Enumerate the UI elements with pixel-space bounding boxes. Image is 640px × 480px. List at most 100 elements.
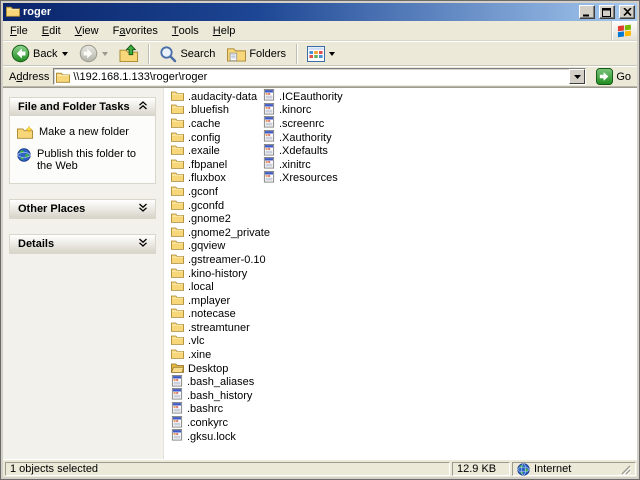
file-item[interactable]: Desktop xyxy=(170,362,263,376)
file-name: Desktop xyxy=(188,362,229,375)
menu-favorites[interactable]: Fa vorites xyxy=(106,21,165,40)
file-item[interactable]: .bash_aliases xyxy=(171,374,263,389)
task-label: Make a new folder xyxy=(39,126,129,138)
file-name: .cache xyxy=(188,117,221,130)
file-name: .gstreamer-0.10 xyxy=(188,253,266,266)
file-item[interactable]: .exaile xyxy=(171,144,263,158)
file-item[interactable]: .vlc xyxy=(171,335,263,349)
file-item[interactable]: .local xyxy=(171,280,263,294)
menu-file[interactable]: File xyxy=(3,21,35,40)
panel-header[interactable]: Details xyxy=(10,235,155,253)
file-name: .bashrc xyxy=(187,403,224,416)
file-item[interactable]: .gnome2 xyxy=(171,212,263,226)
panel-header[interactable]: File and Folder Tasks xyxy=(10,98,155,116)
file-name: .gconf xyxy=(188,185,218,198)
menu-help[interactable]: Help xyxy=(206,21,243,40)
address-label: Address xyxy=(9,70,50,83)
file-item[interactable]: .xinitrc xyxy=(263,157,343,172)
file-item[interactable]: .notecase xyxy=(171,308,263,322)
windows-logo-icon xyxy=(611,21,637,40)
task-make-a-new-folder[interactable]: Make a new folder xyxy=(16,123,151,145)
task-pane: File and Folder Tasks Make a new folder Pu… xyxy=(3,88,164,459)
toolbar-separator xyxy=(296,43,299,64)
menu-view[interactable]: View xyxy=(68,21,106,40)
address-bar: Address \\192.168.1.133\roger\roger Go xyxy=(3,66,637,87)
file-name: .mplayer xyxy=(188,294,231,307)
file-item[interactable]: .gconfd xyxy=(171,199,263,213)
toolbar: Back Search Folders xyxy=(3,41,637,66)
file-name: .config xyxy=(188,131,221,144)
menu-edit[interactable]: Edit xyxy=(35,21,68,40)
title-bar[interactable]: roger xyxy=(3,3,637,21)
up-button[interactable] xyxy=(114,43,144,65)
go-button[interactable]: Go xyxy=(590,68,635,85)
file-item[interactable]: .kino-history xyxy=(171,267,263,281)
file-item[interactable]: .gqview xyxy=(171,240,263,254)
address-combo[interactable]: \\192.168.1.133\roger\roger xyxy=(53,68,587,85)
folder-icon xyxy=(171,90,184,104)
status-selection: 1 objects selected xyxy=(5,462,450,476)
file-column-1: .audacity-data .bluefish .cache .config .exa… xyxy=(170,90,270,459)
file-item[interactable]: .xine xyxy=(171,348,263,362)
zone-text: Internet xyxy=(534,463,572,475)
address-dropdown-button[interactable] xyxy=(569,69,586,84)
maximize-button[interactable] xyxy=(599,5,615,19)
file-name: .local xyxy=(188,281,214,294)
file-item[interactable]: .Xdefaults xyxy=(263,143,343,158)
file-item[interactable]: .screenrc xyxy=(263,116,343,131)
file-list[interactable]: .audacity-data .bluefish .cache .config .exa… xyxy=(164,88,637,459)
config-file-icon xyxy=(171,429,183,444)
file-item[interactable]: .kinorc xyxy=(263,102,343,118)
panel-body: Make a new folder Publish this folder to … xyxy=(10,116,155,183)
file-item[interactable]: .fbpanel xyxy=(171,158,263,172)
search-button[interactable]: Search xyxy=(154,43,221,65)
file-item[interactable]: .conkyrc xyxy=(171,415,263,430)
file-item[interactable]: .gnome2_private xyxy=(171,226,270,240)
back-button[interactable]: Back xyxy=(6,43,73,65)
file-name: .Xauthority xyxy=(279,131,332,144)
folder-icon xyxy=(56,72,71,83)
folders-button[interactable]: Folders xyxy=(222,43,292,65)
chevron-double-down-icon[interactable] xyxy=(138,238,148,250)
folder-icon xyxy=(171,307,184,321)
task-publish-this-folder-to-the-web[interactable]: Publish this folder to the Web xyxy=(16,145,151,175)
file-item[interactable]: .audacity-data xyxy=(171,90,263,104)
chevron-double-up-icon[interactable] xyxy=(138,100,148,113)
status-zone: Internet xyxy=(512,462,636,476)
globe-icon xyxy=(517,462,530,476)
file-item[interactable]: .Xauthority xyxy=(263,130,343,145)
file-item[interactable]: .bashrc xyxy=(171,401,263,417)
resize-grip[interactable] xyxy=(619,463,631,475)
file-item[interactable]: .gstreamer-0.10 xyxy=(171,253,266,267)
views-button[interactable] xyxy=(302,43,340,65)
back-dropdown-icon[interactable] xyxy=(62,51,69,56)
file-name: .notecase xyxy=(188,308,236,321)
file-item[interactable]: .bluefish xyxy=(171,104,263,118)
folder-icon xyxy=(171,348,184,362)
file-item[interactable]: .bash_history xyxy=(171,388,263,403)
minimize-button[interactable] xyxy=(579,5,595,19)
file-item[interactable]: .config xyxy=(171,131,263,145)
folder-icon xyxy=(171,239,184,253)
file-name: .Xdefaults xyxy=(279,145,328,158)
file-name: .gqview xyxy=(188,240,226,253)
file-item[interactable]: .ICEauthority xyxy=(263,89,343,104)
panel-header[interactable]: Other Places xyxy=(10,200,155,218)
chevron-double-down-icon[interactable] xyxy=(138,203,148,215)
address-input[interactable]: \\192.168.1.133\roger\roger xyxy=(70,71,569,83)
file-item[interactable]: .cache xyxy=(171,117,263,131)
toolbar-separator xyxy=(148,43,151,64)
file-item[interactable]: .Xresources xyxy=(263,170,343,186)
new-folder-icon xyxy=(17,125,33,142)
file-item[interactable]: .streamtuner xyxy=(171,321,263,335)
forward-dropdown-icon[interactable] xyxy=(102,51,109,56)
file-item[interactable]: .gconf xyxy=(171,185,263,199)
file-item[interactable]: .gksu.lock xyxy=(171,429,263,444)
menu-tools[interactable]: Tools xyxy=(165,21,206,40)
views-dropdown-icon[interactable] xyxy=(329,51,336,56)
file-item[interactable]: .fluxbox xyxy=(171,172,263,186)
folder-icon xyxy=(171,253,184,267)
close-button[interactable] xyxy=(619,5,635,19)
forward-button[interactable] xyxy=(74,43,113,65)
file-item[interactable]: .mplayer xyxy=(171,294,263,308)
